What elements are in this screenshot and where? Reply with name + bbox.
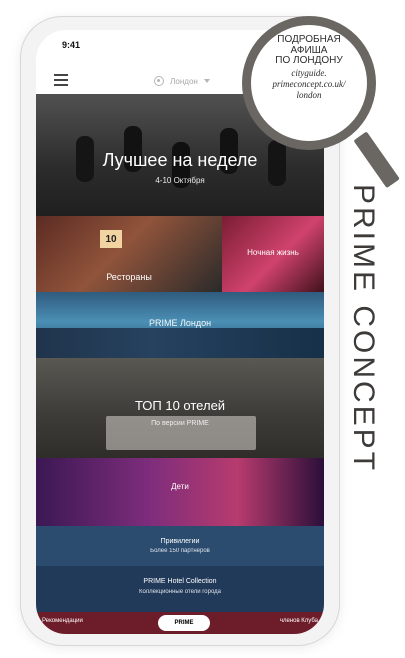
privileges-subtitle: Более 150 партнеров: [150, 548, 210, 554]
collection-title: PRIME Hotel Collection: [143, 578, 217, 585]
chevron-down-icon: [203, 79, 210, 83]
menu-icon[interactable]: [54, 74, 68, 86]
brand-text: PRIME CONCEPT: [347, 184, 380, 474]
tile-row-restaurants-nightlife: 10 Рестораны Ночная жизнь: [36, 216, 324, 292]
city-label: Лондон: [170, 76, 198, 86]
restaurants-label: Рестораны: [106, 272, 152, 282]
hotels-subtitle: По версии PRIME: [151, 420, 209, 427]
magnifier-text: ПОДРОБНАЯ АФИША ПО ЛОНДОНУ cityguide. pr…: [251, 34, 367, 101]
status-time: 9:41: [62, 40, 81, 50]
tile-prime-london[interactable]: PRIME Лондон: [36, 292, 324, 358]
prime-club-logo: PRIME: [158, 615, 210, 631]
prime-london-label: PRIME Лондон: [148, 318, 212, 328]
nightlife-label: Ночная жизнь: [247, 248, 299, 257]
city-selector[interactable]: Лондон: [122, 72, 242, 90]
kids-label: Дети: [171, 482, 189, 491]
magnifier-site-1: cityguide.: [291, 67, 327, 78]
brand-vertical: PRIME CONCEPT: [347, 184, 400, 634]
magnifier-handle: [353, 131, 400, 189]
recommendations-right: членов Клуба: [279, 618, 318, 624]
tile-top10-hotels[interactable]: ТОП 10 отелей По версии PRIME: [36, 358, 324, 458]
top10-badge: 10: [100, 230, 122, 248]
magnifier-site-2: primeconcept.co.uk/: [272, 78, 346, 89]
tile-club-recommendations[interactable]: Рекомендации PRIME членов Клуба: [36, 612, 324, 634]
tile-kids[interactable]: Дети: [36, 458, 324, 526]
magnifier-line-3: ПО ЛОНДОНУ: [275, 55, 343, 66]
best-week-subtitle: 4-10 Октября: [155, 176, 205, 185]
magnifier-badge: ПОДРОБНАЯ АФИША ПО ЛОНДОНУ cityguide. pr…: [242, 16, 376, 150]
tile-nightlife[interactable]: Ночная жизнь: [222, 216, 324, 292]
collection-subtitle: Коллекционные отели города: [138, 589, 222, 595]
hotels-title: ТОП 10 отелей: [134, 398, 226, 413]
best-week-title: Лучшее на неделе: [102, 150, 258, 170]
magnifier-site-3: london: [296, 90, 322, 101]
magnifier-line-1: ПОДРОБНАЯ: [277, 34, 341, 45]
recommendations-left: Рекомендации: [42, 618, 83, 624]
tile-restaurants[interactable]: 10 Рестораны: [36, 216, 222, 292]
location-icon: [154, 76, 165, 86]
tile-hotel-collection[interactable]: PRIME Hotel Collection Коллекционные оте…: [36, 566, 324, 612]
tile-privileges[interactable]: Привилегии Более 150 партнеров: [36, 526, 324, 566]
privileges-title: Привилегии: [160, 538, 200, 545]
